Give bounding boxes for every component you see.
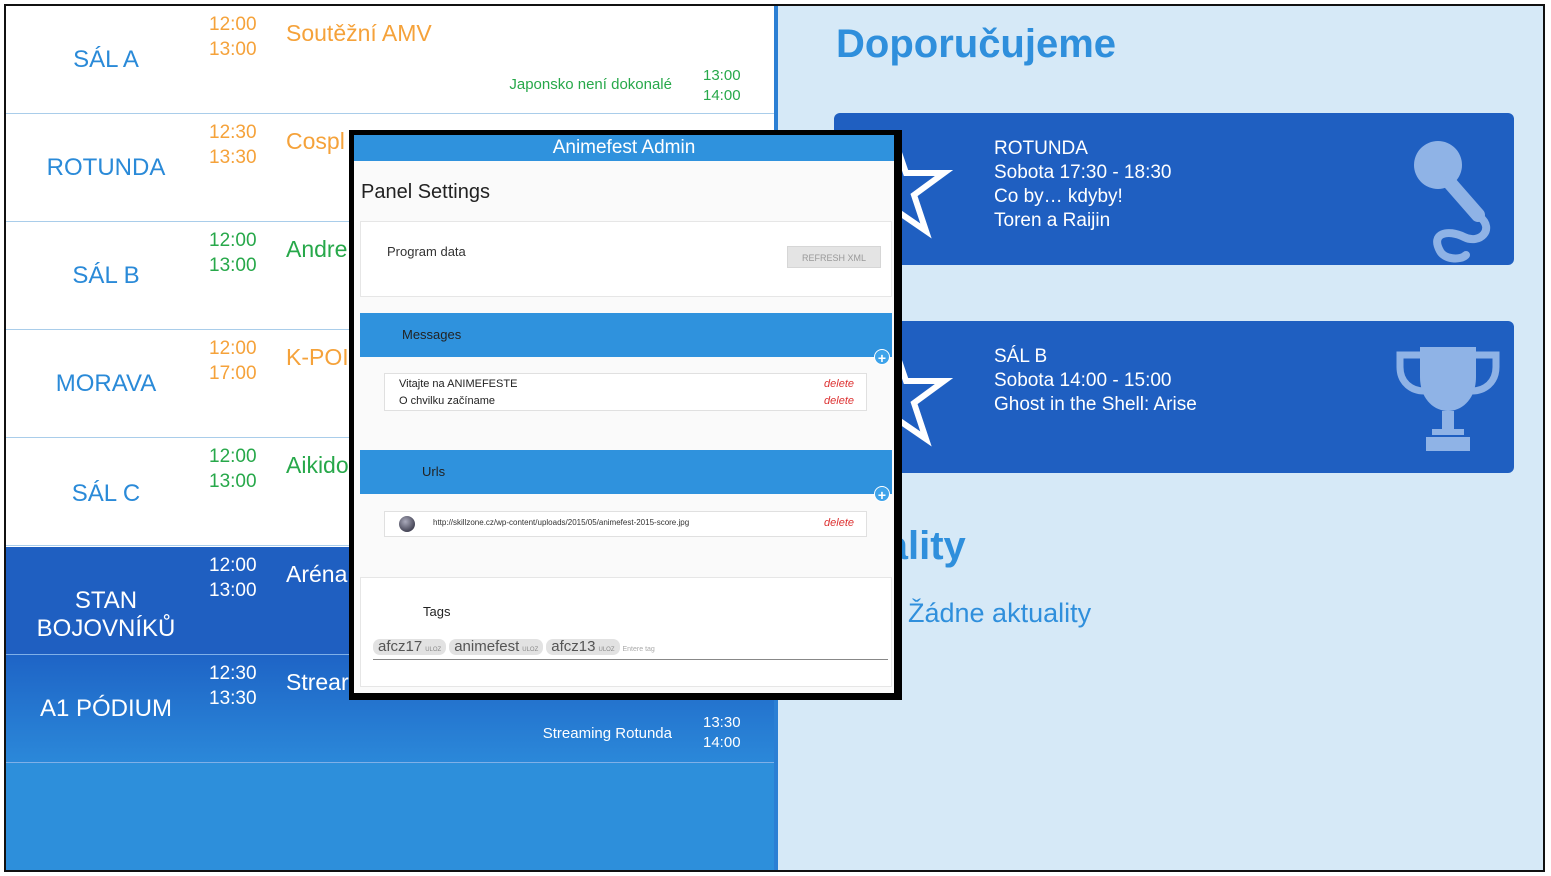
time-end: 13:30 — [209, 688, 257, 709]
tag-chip[interactable]: afcz17 ULOZ — [373, 639, 447, 655]
room-name: A1 PÓDIUM — [39, 695, 173, 722]
admin-window: Animefest Admin Panel Settings Program d… — [349, 130, 902, 700]
urls-label: Urls — [422, 464, 446, 479]
url-thumbnail — [399, 516, 415, 532]
microphone-icon — [1414, 141, 1491, 263]
time-end: 13:00 — [209, 471, 257, 492]
event-times: 12:00 13:00 — [209, 228, 257, 278]
program-data-label: Program data — [387, 244, 466, 259]
url-text: http://skillzone.cz/wp-content/uploads/2… — [433, 518, 690, 527]
time-start: 12:00 — [209, 230, 257, 251]
messages-label: Messages — [402, 327, 462, 342]
message-text: Vitajte na ANIMEFESTE — [399, 378, 518, 390]
tag-placeholder: Entere tag — [622, 646, 655, 653]
next-time-start: 13:00 — [703, 67, 741, 84]
card-title: Co by… kdyby! — [994, 186, 1123, 207]
time-end: 13:00 — [209, 255, 257, 276]
room-name-line1: STAN — [74, 587, 138, 614]
tag-chip[interactable]: afcz13 ULOZ — [546, 639, 620, 655]
next-event-title: Streaming Rotunda — [542, 725, 672, 742]
event-title: Aikido — [286, 452, 349, 478]
room-name-line2: BOJOVNÍKŮ — [36, 615, 176, 642]
tags-section: Tags afcz17 ULOZ animefest ULOZ afcz13 ULOZ En… — [360, 577, 892, 687]
event-title: K-POI — [286, 344, 349, 370]
next-event-title: Japonsko není dokonalé — [509, 76, 672, 93]
next-event-times: 13:30 14:00 — [703, 713, 741, 753]
urls-list: http://skillzone.cz/wp-content/uploads/2… — [384, 511, 867, 537]
time-start: 12:00 — [209, 338, 257, 359]
message-text: O chvilku začíname — [399, 395, 495, 407]
urls-header: Urls + — [360, 450, 892, 503]
next-event-times: 13:00 14:00 — [703, 66, 741, 106]
time-end: 13:00 — [209, 39, 257, 60]
tag-remove[interactable]: ULOZ — [425, 647, 441, 653]
messages-header: Messages + — [360, 313, 892, 366]
messages-list: Vitajte na ANIMEFESTE delete O chvilku z… — [384, 373, 867, 411]
next-time-end: 14:00 — [703, 734, 741, 751]
event-title: Strear — [286, 669, 349, 695]
add-url-icon[interactable]: + — [874, 486, 890, 503]
time-start: 12:00 — [209, 14, 257, 35]
recommend-card-text: ROTUNDA Sobota 17:30 - 18:30 Co by… kdyb… — [994, 137, 1171, 233]
event-times: 12:00 13:00 — [209, 444, 257, 494]
card-author: Toren a Raijin — [994, 210, 1111, 231]
card-time: Sobota 14:00 - 15:00 — [994, 370, 1172, 391]
list-item: Vitajte na ANIMEFESTE delete — [385, 376, 866, 393]
tag-remove[interactable]: ULOZ — [598, 647, 614, 653]
schedule-footer — [6, 763, 776, 870]
delete-link[interactable]: delete — [824, 393, 854, 410]
event-times: 12:30 13:30 — [209, 120, 257, 170]
tags-label: Tags — [423, 604, 451, 619]
recommend-card[interactable]: ROTUNDA Sobota 17:30 - 18:30 Co by… kdyb… — [834, 113, 1514, 265]
room-name: SÁL A — [73, 46, 139, 73]
recommend-card-text: SÁL B Sobota 14:00 - 15:00 Ghost in the … — [994, 345, 1197, 417]
next-time-end: 14:00 — [703, 87, 741, 104]
tag-chip[interactable]: animefest ULOZ — [449, 639, 544, 655]
time-end: 13:00 — [209, 580, 257, 601]
recommend-card[interactable]: SÁL B Sobota 14:00 - 15:00 Ghost in the … — [834, 321, 1514, 473]
room-name: STAN BOJOVNÍKŮ — [6, 587, 206, 643]
tag-remove[interactable]: ULOZ — [522, 647, 538, 653]
event-title: Soutěžní AMV — [286, 20, 432, 46]
room-name: MORAVA — [55, 370, 157, 397]
tags-input[interactable]: afcz17 ULOZ animefest ULOZ afcz13 ULOZ Entere … — [373, 638, 888, 660]
event-times: 12:30 13:30 — [209, 661, 257, 711]
news-empty-text: Žádne aktuality — [908, 598, 1092, 628]
list-item: O chvilku začíname delete — [385, 393, 866, 410]
time-start: 12:30 — [209, 663, 257, 684]
schedule-row: SÁL A 12:00 13:00 Soutěžní AMV Japonsko … — [6, 6, 776, 114]
event-times: 12:00 17:00 — [209, 336, 257, 386]
event-title: Aréna — [286, 561, 348, 587]
event-title: Andre — [286, 236, 348, 262]
add-message-icon[interactable]: + — [874, 349, 890, 366]
time-start: 12:00 — [209, 446, 257, 467]
admin-header: Animefest Admin — [354, 135, 894, 161]
program-data-section: Program data REFRESH XML — [360, 221, 892, 297]
event-title: Cospl — [286, 128, 345, 154]
delete-link[interactable]: delete — [824, 517, 854, 529]
room-name: SÁL B — [72, 262, 140, 289]
card-title: Ghost in the Shell: Arise — [994, 394, 1197, 415]
card-room: ROTUNDA — [994, 138, 1088, 159]
next-time-start: 13:30 — [703, 714, 741, 731]
event-times: 12:00 13:00 — [209, 12, 257, 62]
time-end: 17:00 — [209, 363, 257, 384]
room-name: ROTUNDA — [46, 154, 166, 181]
refresh-xml-button[interactable]: REFRESH XML — [787, 246, 881, 268]
delete-link[interactable]: delete — [824, 376, 854, 393]
card-time: Sobota 17:30 - 18:30 — [994, 162, 1172, 183]
room-name: SÁL C — [71, 480, 141, 507]
time-start: 12:00 — [209, 555, 257, 576]
event-times: 12:00 13:00 — [209, 553, 257, 603]
time-end: 13:30 — [209, 147, 257, 168]
trophy-icon — [1396, 347, 1500, 451]
recommend-title: Doporučujeme — [836, 22, 1117, 66]
card-room: SÁL B — [994, 346, 1048, 367]
time-start: 12:30 — [209, 122, 257, 143]
admin-content: Animefest Admin Panel Settings Program d… — [354, 135, 894, 693]
panel-settings-title: Panel Settings — [361, 181, 490, 203]
